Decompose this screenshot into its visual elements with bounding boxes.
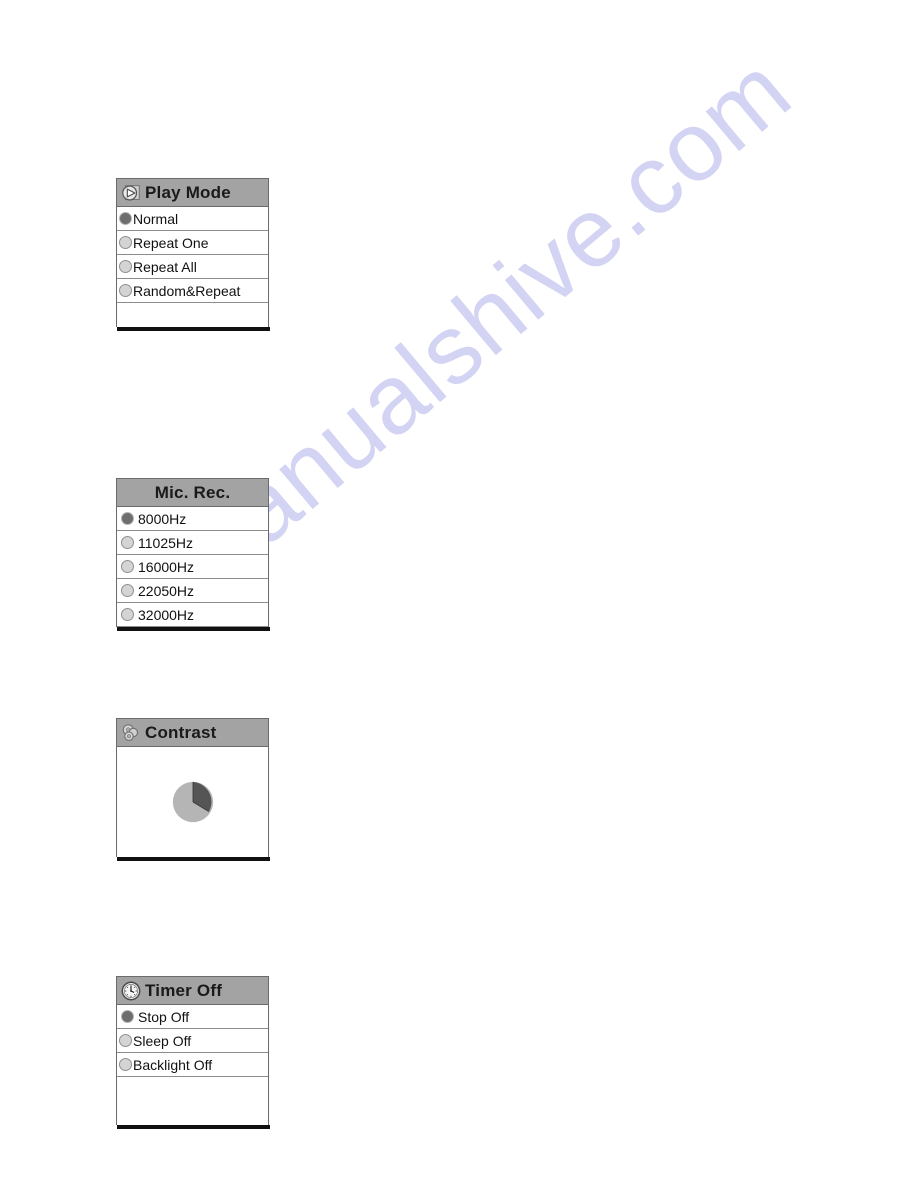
mic-rec-header: Mic. Rec. [117,479,268,507]
screen-contrast: Contrast [116,718,270,861]
radio-repeat-all[interactable] [119,260,132,273]
play-mode-header: Play Mode [117,179,268,207]
timer-off-header: Timer Off [117,977,268,1005]
option-row-sleep-off[interactable]: Sleep Off [117,1029,268,1053]
screen-timer-off: Timer Off Stop Off Sleep Off Backlight O… [116,976,270,1129]
contrast-body [117,747,268,857]
option-row-backlight-off[interactable]: Backlight Off [117,1053,268,1077]
option-row-8000hz[interactable]: 8000Hz [117,507,268,531]
option-label-normal: Normal [133,210,179,227]
screen-baseline [117,627,270,631]
contrast-level-pie [172,781,213,823]
option-label-backlight-off: Backlight Off [133,1056,213,1073]
blank-row [117,1077,268,1125]
play-mode-title: Play Mode [145,183,231,202]
screen-baseline [117,327,270,331]
radio-normal[interactable] [119,212,132,225]
radio-16000hz[interactable] [121,560,134,573]
option-label-repeat-all: Repeat All [133,258,197,275]
play-icon [122,184,140,201]
option-label-repeat-one: Repeat One [133,234,209,251]
option-row-16000hz[interactable]: 16000Hz [117,555,268,579]
option-row-stop-off[interactable]: Stop Off [117,1005,268,1029]
screen-baseline [117,857,270,861]
radio-random-repeat[interactable] [119,284,132,297]
radio-8000hz[interactable] [121,512,134,525]
screen-play-mode: Play Mode Normal Repeat One Repeat All R… [116,178,270,331]
screen-mic-rec: Mic. Rec. 8000Hz 11025Hz 16000Hz 22050Hz… [116,478,270,631]
contrast-icon [122,723,139,741]
radio-22050hz[interactable] [121,584,134,597]
manual-page: Play Mode Normal Repeat One Repeat All R… [0,0,918,1188]
screen-baseline [117,1125,270,1129]
radio-11025hz[interactable] [121,536,134,549]
option-row-random-repeat[interactable]: Random&Repeat [117,279,268,303]
option-row-32000hz[interactable]: 32000Hz [117,603,268,627]
option-row-22050hz[interactable]: 22050Hz [117,579,268,603]
radio-32000hz[interactable] [121,608,134,621]
option-label-8000hz: 8000Hz [138,510,187,527]
option-label-22050hz: 22050Hz [138,582,195,599]
contrast-header: Contrast [117,719,268,747]
option-row-normal[interactable]: Normal [117,207,268,231]
option-row-repeat-one[interactable]: Repeat One [117,231,268,255]
option-label-11025hz: 11025Hz [138,534,194,551]
option-label-random-repeat: Random&Repeat [133,282,241,299]
radio-stop-off[interactable] [121,1010,134,1023]
timer-off-title: Timer Off [145,981,223,1000]
radio-sleep-off[interactable] [119,1034,132,1047]
option-label-sleep-off: Sleep Off [133,1032,192,1049]
option-row-repeat-all[interactable]: Repeat All [117,255,268,279]
option-label-16000hz: 16000Hz [138,558,195,575]
radio-backlight-off[interactable] [119,1058,132,1071]
blank-row [117,303,268,327]
radio-repeat-one[interactable] [119,236,132,249]
clock-icon [121,981,141,1000]
mic-rec-title: Mic. Rec. [154,483,231,502]
option-row-11025hz[interactable]: 11025Hz [117,531,268,555]
option-label-32000hz: 32000Hz [138,606,195,623]
contrast-title: Contrast [145,723,217,742]
option-label-stop-off: Stop Off [138,1008,190,1025]
